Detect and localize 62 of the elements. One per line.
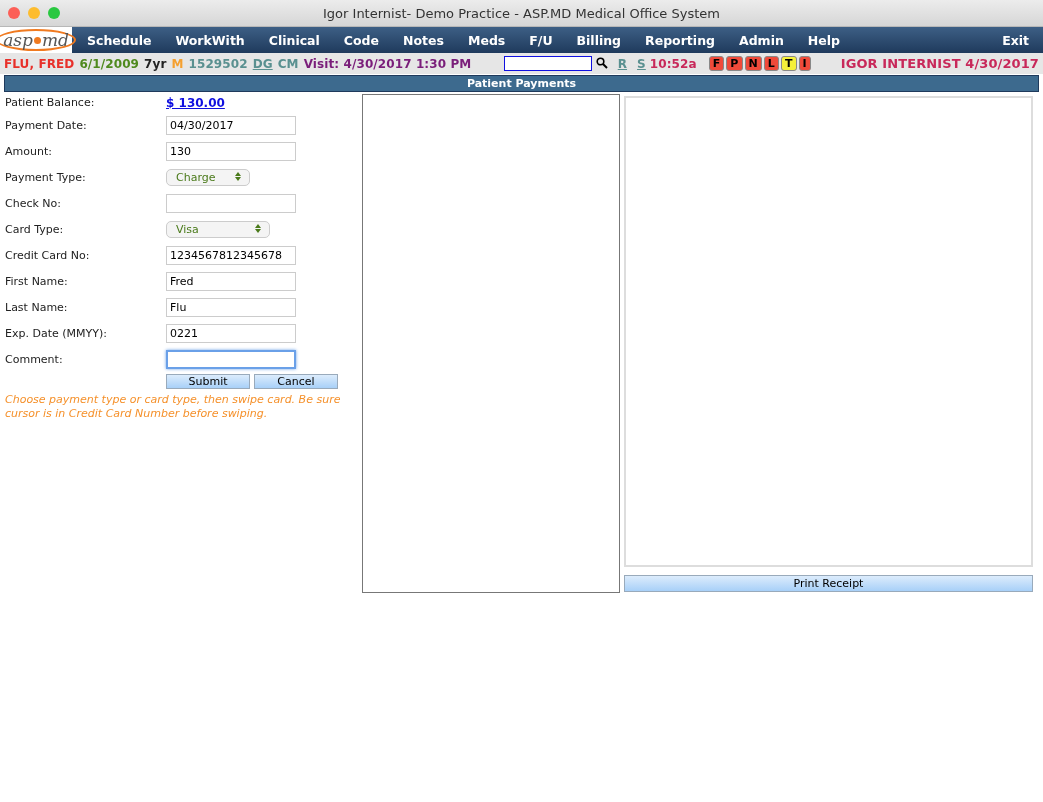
patient-info: Visit: 4/30/2017 1:30 PM xyxy=(303,56,472,71)
select-field[interactable]: Charge xyxy=(166,168,250,186)
patient-info: M xyxy=(171,56,184,71)
menu-item[interactable]: WorkWith xyxy=(163,32,257,48)
patient-info: 7yr xyxy=(144,56,167,71)
close-icon[interactable] xyxy=(8,7,20,19)
search-icon[interactable] xyxy=(595,56,608,69)
menu-item[interactable]: Notes xyxy=(391,32,456,48)
clock-time: 10:52a xyxy=(649,56,697,71)
stepper-icon xyxy=(255,223,261,233)
patient-info: CM xyxy=(277,56,299,71)
field-label: Card Type: xyxy=(5,222,65,236)
input-field[interactable] xyxy=(166,349,296,369)
patient-info: 6/1/2009 xyxy=(79,56,140,71)
stepper-icon xyxy=(235,171,241,181)
flag-badge[interactable]: T xyxy=(780,56,797,71)
field-label: Payment Type: xyxy=(5,170,87,184)
input-field[interactable]: 04/30/2017 xyxy=(166,115,296,135)
patient-info: 1529502 xyxy=(188,56,248,71)
patient-info: FLU, FRED xyxy=(4,56,75,71)
field-label: Exp. Date (MMYY): xyxy=(5,326,108,340)
search-field[interactable] xyxy=(503,56,592,71)
input-field[interactable]: 1234567812345678 xyxy=(166,245,296,265)
menu-item[interactable]: Help xyxy=(795,32,852,48)
field-label: Patient Balance: xyxy=(5,96,96,109)
user-date: IGOR INTERNIST 4/30/2017 xyxy=(840,56,1039,71)
window-title: Igor Internist- Demo Practice - ASP.MD Medical Office System xyxy=(323,5,720,21)
input-field[interactable]: 130 xyxy=(166,141,296,161)
input-field[interactable]: Fred xyxy=(166,271,296,291)
field-label: Last Name: xyxy=(5,300,69,314)
input-field[interactable]: Flu xyxy=(166,297,296,317)
menu-item[interactable]: Billing xyxy=(564,32,634,48)
menu-item[interactable]: Schedule xyxy=(75,32,164,48)
menu-item[interactable]: F/U xyxy=(517,32,565,48)
maximize-icon[interactable] xyxy=(48,7,60,19)
field-label: Check No: xyxy=(5,196,62,210)
minimize-icon[interactable] xyxy=(28,7,40,19)
instruction-text: Choose payment type or card type, then swipe card. Be sure cursor is in Credit Card Number before swiping. xyxy=(5,393,342,421)
exit-menu-item[interactable]: Exit xyxy=(990,32,1043,48)
flag-badge[interactable]: P xyxy=(726,56,743,71)
menu-item[interactable]: Meds xyxy=(455,32,518,48)
flag-badge[interactable]: L xyxy=(763,56,779,71)
flag-badge[interactable]: F xyxy=(708,56,725,71)
field-label: Credit Card No: xyxy=(5,248,91,262)
field-label: Comment: xyxy=(5,352,64,366)
menu-item[interactable]: Code xyxy=(331,32,391,48)
flag-badge[interactable]: I xyxy=(798,56,811,71)
field-label: Payment Date: xyxy=(5,118,88,132)
menu-item[interactable]: Clinical xyxy=(256,32,332,48)
select-field[interactable]: Visa xyxy=(166,220,270,238)
section-title: Patient Payments xyxy=(466,77,577,90)
print-receipt-button[interactable]: Print Receipt xyxy=(624,575,1033,592)
form-button[interactable]: Submit xyxy=(166,374,250,389)
field-label: Amount: xyxy=(5,144,53,158)
input-field[interactable] xyxy=(166,193,296,213)
form-button[interactable]: Cancel xyxy=(254,374,338,389)
flag-badge[interactable]: N xyxy=(744,56,762,71)
menu-item[interactable]: Admin xyxy=(727,32,796,48)
menu-item[interactable]: Reporting xyxy=(633,32,727,48)
balance-link[interactable]: $ 130.00 xyxy=(166,95,225,110)
field-label: First Name: xyxy=(5,274,69,288)
input-field[interactable]: 0221 xyxy=(166,323,296,343)
